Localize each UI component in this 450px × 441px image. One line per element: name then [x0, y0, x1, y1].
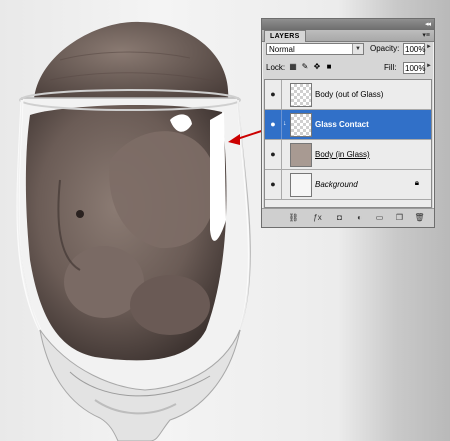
lock-pixels-icon[interactable]: ✎ — [300, 62, 310, 72]
lock-label: Lock: — [266, 63, 286, 72]
lock-all-icon[interactable]: ■ — [324, 62, 334, 72]
blend-mode-value: Normal — [269, 45, 295, 54]
layer-row-glass-contact[interactable]: ● ↓ Glass Contact — [265, 110, 431, 140]
fill-label: Fill: — [384, 63, 397, 72]
layer-name: Body (in Glass) — [315, 150, 370, 159]
link-layers-icon[interactable]: ⛓ — [288, 212, 299, 223]
visibility-eye-icon[interactable]: ● — [265, 110, 282, 139]
panel-titlebar[interactable]: ◂◂ — [262, 19, 434, 30]
lock-icon: 🔒︎ — [414, 178, 419, 187]
panel-footer: ⛓ ƒx ◘ ◐ ▭ ❐ 🗑︎ — [262, 208, 434, 227]
lock-position-icon[interactable]: ✥ — [312, 62, 322, 72]
collapse-arrows-icon[interactable]: ◂◂ — [425, 19, 431, 30]
blend-mode-select[interactable]: Normal ▼ — [266, 43, 364, 55]
group-icon[interactable]: ▭ — [374, 212, 385, 223]
lock-fill-row: Lock: ▦ ✎ ✥ ■ Fill: 100% ► — [266, 62, 432, 76]
fill-slider-arrow-icon[interactable]: ► — [426, 63, 432, 69]
layers-panel: ◂◂ LAYERS ▾≡ Normal ▼ Opacity: 100% ► Lo… — [261, 18, 435, 228]
trash-icon[interactable]: 🗑︎ — [414, 212, 425, 223]
layer-list: ● Body (out of Glass) ● ↓ Glass Contact … — [264, 79, 432, 208]
new-layer-icon[interactable]: ❐ — [394, 212, 405, 223]
visibility-eye-icon[interactable]: ● — [265, 170, 282, 199]
lock-transparency-icon[interactable]: ▦ — [288, 62, 298, 72]
adjustment-icon[interactable]: ◐ — [354, 212, 365, 223]
opacity-label: Opacity: — [370, 44, 400, 53]
layer-name: Glass Contact — [315, 120, 369, 129]
layer-row-body-out-of-glass[interactable]: ● Body (out of Glass) — [265, 80, 431, 110]
panel-menu-icon[interactable]: ▾≡ — [422, 30, 430, 41]
layer-row-body-in-glass[interactable]: ● Body (in Glass) — [265, 140, 431, 170]
mask-icon[interactable]: ◘ — [334, 212, 345, 223]
fill-input[interactable]: 100% — [403, 62, 425, 74]
layer-row-background[interactable]: ● Background 🔒︎ — [265, 170, 431, 200]
layer-name: Background — [315, 180, 358, 189]
chevron-down-icon[interactable]: ▼ — [352, 44, 363, 54]
fx-icon[interactable]: ƒx — [312, 212, 323, 223]
tab-layers[interactable]: LAYERS — [264, 30, 306, 42]
opacity-slider-arrow-icon[interactable]: ► — [426, 44, 432, 50]
layer-thumbnail — [290, 83, 312, 107]
layer-thumbnail — [290, 113, 312, 137]
layer-thumbnail — [290, 143, 312, 167]
opacity-input[interactable]: 100% — [403, 43, 425, 55]
visibility-eye-icon[interactable]: ● — [265, 140, 282, 169]
clip-link-icon: ↓ — [283, 120, 287, 127]
layer-name: Body (out of Glass) — [315, 90, 384, 99]
panel-tab-row: LAYERS ▾≡ — [262, 30, 434, 42]
visibility-eye-icon[interactable]: ● — [265, 80, 282, 109]
layer-thumbnail — [290, 173, 312, 197]
blend-opacity-row: Normal ▼ Opacity: 100% ► — [266, 43, 432, 57]
